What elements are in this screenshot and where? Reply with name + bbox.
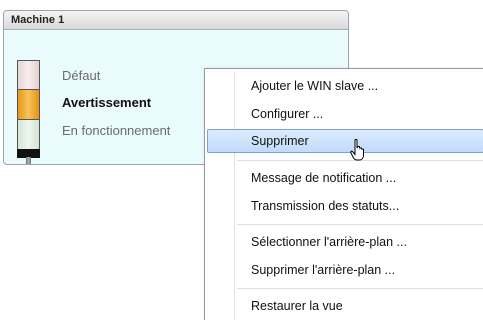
hand-pointer-icon bbox=[350, 139, 364, 161]
stage: Machine 1 Défaut Avertissement En foncti… bbox=[0, 0, 483, 320]
menu-item-configure[interactable]: Configurer ... bbox=[207, 102, 483, 126]
status-label-warning: Avertissement bbox=[62, 95, 152, 110]
menu-item-restore-view[interactable]: Restaurer la vue bbox=[207, 294, 483, 318]
red-lamp-icon bbox=[17, 60, 40, 90]
menu-item-delete-background[interactable]: Supprimer l'arrière-plan ... bbox=[207, 258, 483, 282]
panel-title: Machine 1 bbox=[4, 11, 348, 30]
menu-item-add-win-slave[interactable]: Ajouter le WIN slave ... bbox=[207, 74, 483, 98]
menu-item-status-transmission[interactable]: Transmission des statuts... bbox=[207, 194, 483, 218]
status-label-default: Défaut bbox=[62, 68, 101, 83]
status-label-running: En fonctionnement bbox=[62, 123, 171, 138]
green-lamp-icon bbox=[17, 119, 40, 150]
menu-item-notification-message[interactable]: Message de notification ... bbox=[207, 166, 483, 190]
tower-pole bbox=[26, 157, 31, 164]
menu-item-delete[interactable]: Supprimer bbox=[207, 129, 483, 153]
signal-tower-icon bbox=[17, 60, 42, 164]
orange-lamp-icon bbox=[17, 89, 40, 120]
menu-separator bbox=[237, 288, 483, 290]
menu-item-select-background[interactable]: Sélectionner l'arrière-plan ... bbox=[207, 230, 483, 254]
menu-separator bbox=[237, 224, 483, 226]
context-menu: Ajouter le WIN slave ... Configurer ... … bbox=[204, 68, 483, 320]
